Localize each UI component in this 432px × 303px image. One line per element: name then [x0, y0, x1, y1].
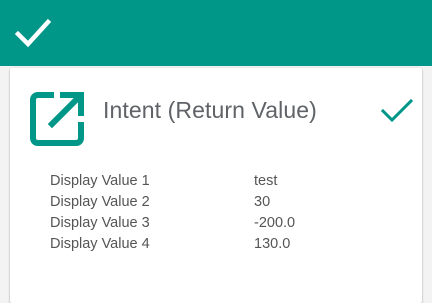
card-title: Intent (Return Value): [103, 97, 317, 123]
done-icon[interactable]: [14, 14, 52, 52]
app-screen: Intent (Return Value) Display Value 1 te…: [0, 0, 432, 303]
display-value: 130.0: [254, 235, 291, 252]
display-value-label: Display Value 1: [50, 172, 150, 189]
display-value-label: Display Value 4: [50, 235, 150, 252]
display-value: test: [254, 172, 278, 189]
display-values-list: Display Value 1 test Display Value 2 30 …: [50, 170, 410, 254]
intent-card[interactable]: Intent (Return Value) Display Value 1 te…: [10, 68, 422, 303]
display-value-label: Display Value 2: [50, 193, 150, 210]
display-value-row: Display Value 2 30: [50, 191, 410, 212]
check-icon: [380, 98, 414, 123]
app-bar: [0, 0, 432, 66]
card-header: Intent (Return Value): [10, 68, 422, 168]
display-value: -200.0: [254, 214, 296, 231]
display-value-row: Display Value 1 test: [50, 170, 410, 191]
display-value-label: Display Value 3: [50, 214, 150, 231]
display-value: 30: [254, 193, 271, 210]
display-value-row: Display Value 4 130.0: [50, 233, 410, 254]
display-value-row: Display Value 3 -200.0: [50, 212, 410, 233]
open-in-new-icon: [30, 92, 84, 146]
